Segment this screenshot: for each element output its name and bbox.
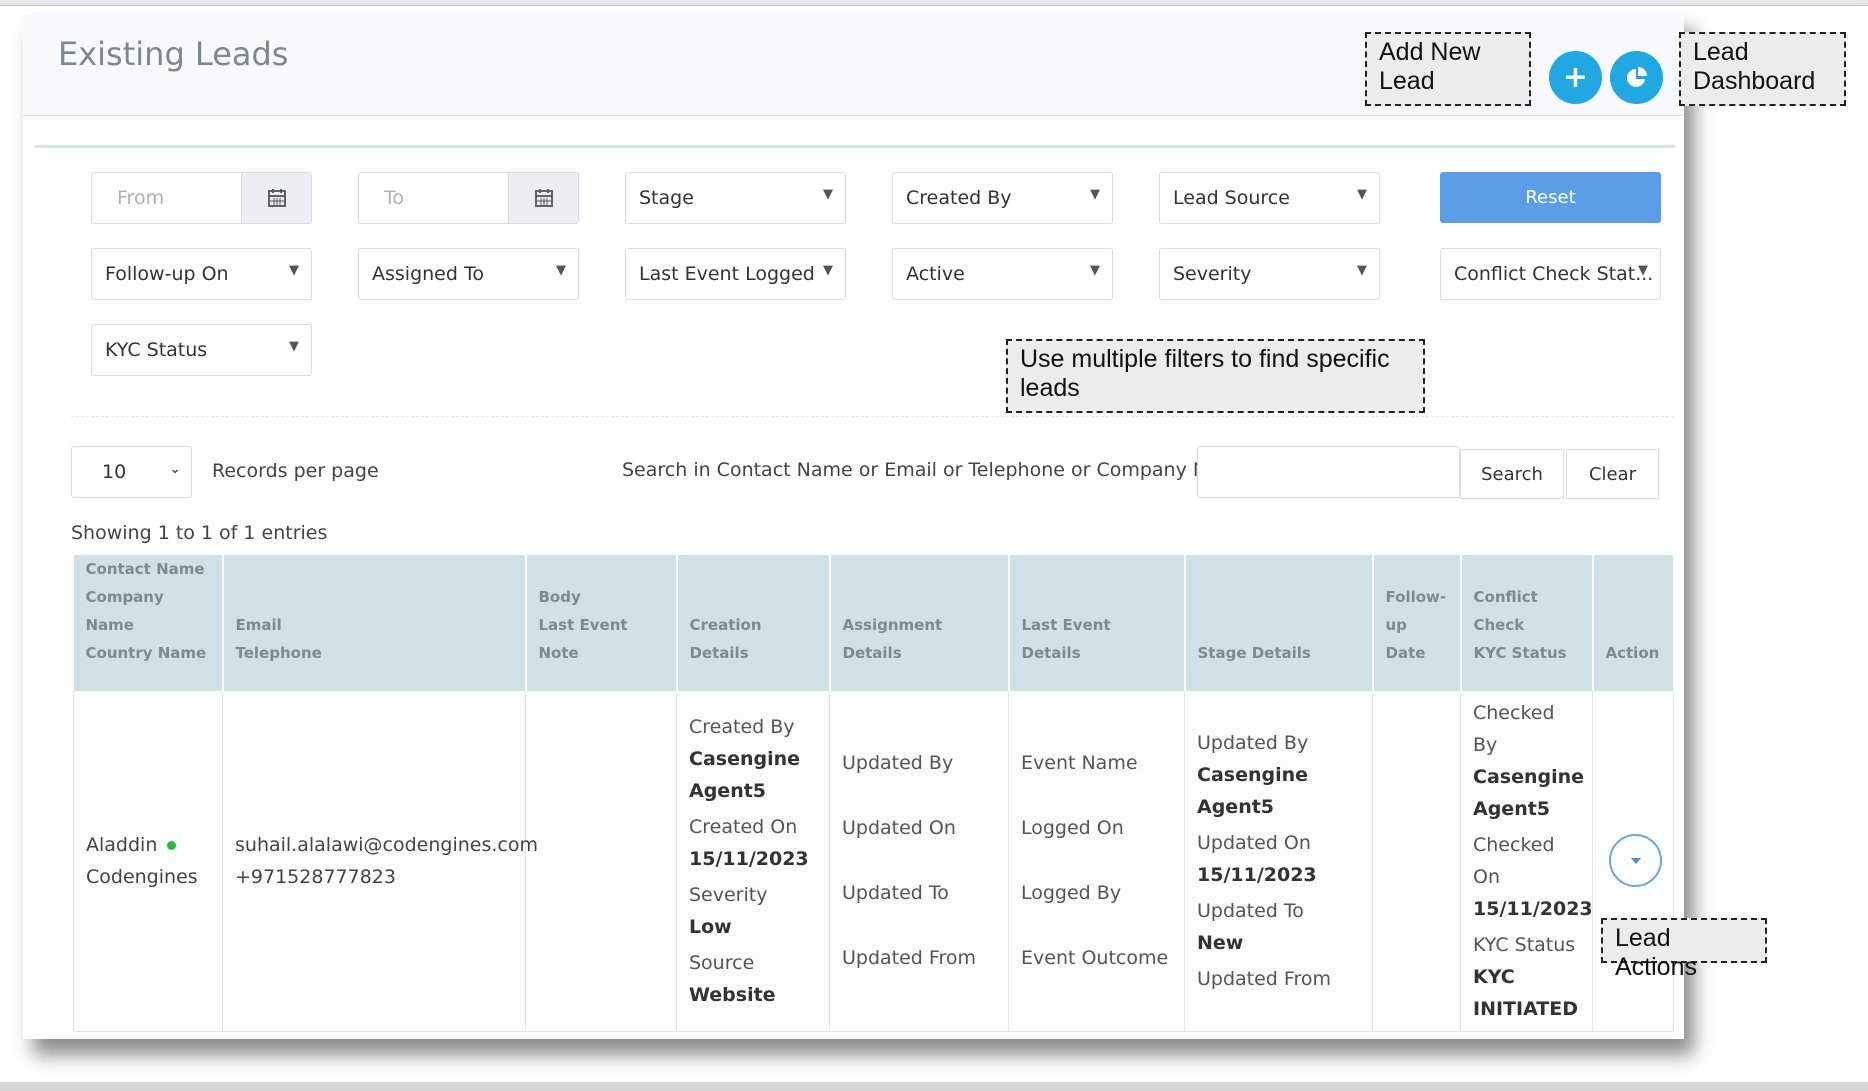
reset-button[interactable]: Reset xyxy=(1440,172,1661,223)
page-title: Existing Leads xyxy=(58,35,289,73)
callout-lead-actions: Lead Actions xyxy=(1601,918,1767,981)
plus-icon: + xyxy=(1562,59,1589,95)
column-header-last-event[interactable]: Last Event Details xyxy=(1008,555,1186,691)
stage-cell: Updated By Casengine Agent5 Updated On 1… xyxy=(1184,691,1373,1032)
calendar-icon[interactable] xyxy=(241,173,311,223)
column-header-creation[interactable]: Creation Details xyxy=(676,555,831,691)
search-input[interactable] xyxy=(1197,446,1460,498)
filters-divider xyxy=(71,416,1674,417)
telephone-value: +971528777823 xyxy=(235,865,396,888)
leads-panel: Existing Leads + From To Stage ▼ Created… xyxy=(23,13,1684,1039)
active-status-dot xyxy=(167,840,177,850)
column-header-body[interactable]: Body Last Event Note xyxy=(525,555,678,691)
active-select[interactable]: Active ▼ xyxy=(892,248,1113,300)
caret-down-icon: ▼ xyxy=(289,263,299,278)
records-per-page-select[interactable]: 10 ⌄ xyxy=(71,446,192,498)
company-name: Codengines xyxy=(86,865,198,888)
caret-down-icon: ▼ xyxy=(823,187,833,202)
caret-down-icon: ▼ xyxy=(823,263,833,278)
severity-select[interactable]: Severity ▼ xyxy=(1159,248,1380,300)
records-per-page-label: Records per page xyxy=(212,460,379,482)
conflict-cell: Checked By Casengine Agent5 Checked On 1… xyxy=(1460,691,1593,1032)
column-header-follow-up[interactable]: Follow- up Date xyxy=(1372,555,1462,691)
caret-down-icon: ▼ xyxy=(1357,187,1367,202)
column-header-conflict[interactable]: Conflict Check KYC Status xyxy=(1460,555,1594,691)
chevron-down-icon: ⌄ xyxy=(169,461,181,477)
last-event-cell: Event Name Logged On Logged By Event Out… xyxy=(1008,691,1185,1032)
follow-up-on-select[interactable]: Follow-up On ▼ xyxy=(91,248,312,300)
stage-select[interactable]: Stage ▼ xyxy=(625,172,846,224)
to-date-input[interactable]: To xyxy=(358,172,579,224)
column-header-email[interactable]: Email Telephone xyxy=(222,555,527,691)
table-row: Aladdin Codengines suhail.alalawi@codeng… xyxy=(73,691,1674,1032)
conflict-check-status-select[interactable]: Conflict Check Stat... ▼ xyxy=(1440,248,1661,300)
follow-up-cell xyxy=(1372,691,1461,1032)
creation-cell: Created By Casengine Agent5 Created On 1… xyxy=(676,691,830,1032)
entries-summary: Showing 1 to 1 of 1 entries xyxy=(71,522,328,544)
search-label: Search in Contact Name or Email or Telep… xyxy=(622,459,1249,481)
from-date-input[interactable]: From xyxy=(91,172,312,224)
email-cell: suhail.alalawi@codengines.com +971528777… xyxy=(222,691,538,1032)
assigned-to-select[interactable]: Assigned To ▼ xyxy=(358,248,579,300)
column-header-assignment[interactable]: Assignment Details xyxy=(829,555,1010,691)
search-button[interactable]: Search xyxy=(1460,449,1564,499)
caret-down-icon: ▼ xyxy=(289,339,299,354)
callout-lead-dashboard: Lead Dashboard xyxy=(1679,32,1846,106)
lead-actions-button[interactable] xyxy=(1609,834,1662,888)
created-by-select[interactable]: Created By ▼ xyxy=(892,172,1113,224)
lead-source-select[interactable]: Lead Source ▼ xyxy=(1159,172,1380,224)
lead-dashboard-button[interactable] xyxy=(1610,51,1663,104)
caret-down-icon xyxy=(1630,857,1641,864)
contact-name[interactable]: Aladdin xyxy=(86,834,157,856)
contact-cell: Aladdin Codengines xyxy=(73,691,223,1032)
column-header-stage[interactable]: Stage Details xyxy=(1184,555,1374,691)
column-header-action: Action xyxy=(1592,555,1675,691)
table-header-row: Contact Name Company Name Country Name E… xyxy=(73,555,1675,691)
pie-chart-icon xyxy=(1626,66,1647,87)
assignment-cell: Updated By Updated On Updated To Updated… xyxy=(829,691,1009,1032)
email-value: suhail.alalawi@codengines.com xyxy=(235,833,538,856)
callout-add-new-lead: Add New Lead xyxy=(1365,32,1531,106)
clear-button[interactable]: Clear xyxy=(1566,449,1659,499)
column-header-contact[interactable]: Contact Name Company Name Country Name xyxy=(73,555,224,691)
callout-filters-hint: Use multiple filters to find specific le… xyxy=(1006,339,1425,413)
caret-down-icon: ▼ xyxy=(1638,263,1648,278)
kyc-status-select[interactable]: KYC Status ▼ xyxy=(91,324,312,376)
caret-down-icon: ▼ xyxy=(556,263,566,278)
add-new-lead-button[interactable]: + xyxy=(1549,51,1602,104)
filters-card: From To Stage ▼ Created By ▼ Lead Source… xyxy=(35,145,1675,1039)
calendar-icon[interactable] xyxy=(508,173,578,223)
body-cell xyxy=(525,691,677,1032)
caret-down-icon: ▼ xyxy=(1357,263,1367,278)
caret-down-icon: ▼ xyxy=(1090,263,1100,278)
caret-down-icon: ▼ xyxy=(1090,187,1100,202)
leads-table: Contact Name Company Name Country Name E… xyxy=(73,555,1675,1032)
last-event-logged-select[interactable]: Last Event Logged ▼ xyxy=(625,248,846,300)
